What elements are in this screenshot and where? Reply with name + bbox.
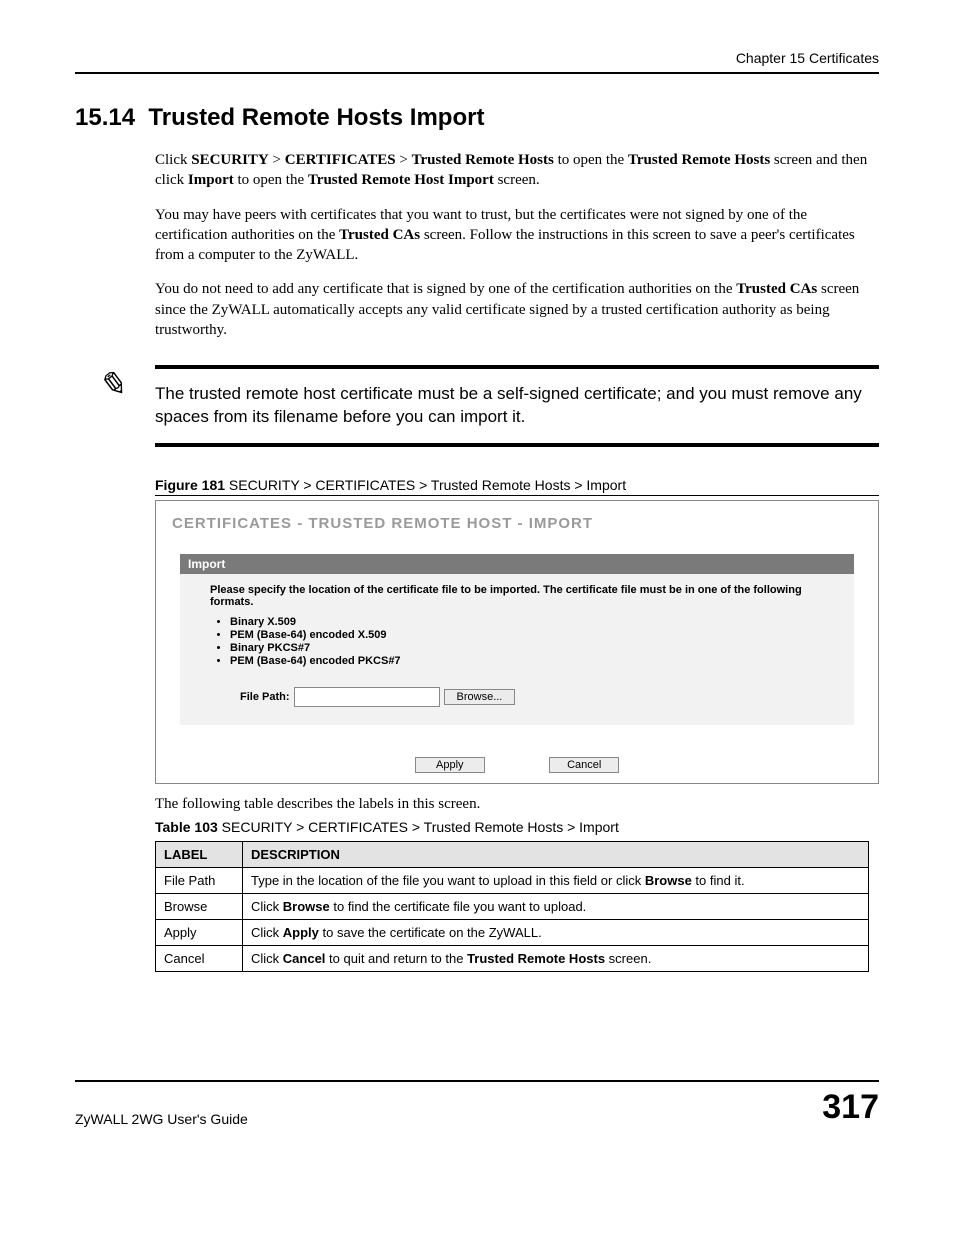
paragraph-3: You do not need to add any certificate t… <box>155 279 869 340</box>
import-panel: Import Please specify the location of th… <box>180 554 854 725</box>
note-block: ✎ The trusted remote host certificate mu… <box>155 365 879 447</box>
after-figure-text: The following table describes the labels… <box>155 796 879 813</box>
browse-button[interactable]: Browse... <box>444 689 516 705</box>
screenshot-title: CERTIFICATES - TRUSTED REMOTE HOST - IMP… <box>156 501 878 554</box>
import-instruction: Please specify the location of the certi… <box>210 584 838 608</box>
section-number: 15.14 <box>75 104 135 131</box>
body-text: Click SECURITY > CERTIFICATES > Trusted … <box>155 150 869 340</box>
footer-guide-title: ZyWALL 2WG User's Guide <box>75 1111 248 1127</box>
paragraph-2: You may have peers with certificates tha… <box>155 205 869 266</box>
chapter-header: Chapter 15 Certificates <box>75 50 879 74</box>
file-path-input[interactable] <box>294 687 440 707</box>
table-row: Browse Click Browse to find the certific… <box>156 893 869 919</box>
note-icon: ✎ <box>97 363 126 409</box>
format-item: PEM (Base-64) encoded PKCS#7 <box>230 655 838 667</box>
figure-caption: Figure 181 SECURITY > CERTIFICATES > Tru… <box>155 477 879 496</box>
section-title-text: Trusted Remote Hosts Import <box>148 104 484 131</box>
file-path-label: File Path: <box>240 691 290 703</box>
col-header-description: DESCRIPTION <box>243 841 869 867</box>
table-row: File Path Type in the location of the fi… <box>156 867 869 893</box>
import-panel-header: Import <box>180 554 854 574</box>
apply-button[interactable]: Apply <box>415 757 485 773</box>
embedded-screenshot: CERTIFICATES - TRUSTED REMOTE HOST - IMP… <box>155 500 879 784</box>
import-panel-body: Please specify the location of the certi… <box>180 574 854 715</box>
col-header-label: LABEL <box>156 841 243 867</box>
format-list: Binary X.509 PEM (Base-64) encoded X.509… <box>230 616 838 667</box>
note-text: The trusted remote host certificate must… <box>155 384 862 426</box>
cancel-button[interactable]: Cancel <box>549 757 619 773</box>
table-row: Cancel Click Cancel to quit and return t… <box>156 945 869 971</box>
screenshot-button-row: Apply Cancel <box>156 741 878 783</box>
file-path-row: File Path: Browse... <box>210 681 838 711</box>
format-item: Binary X.509 <box>230 616 838 628</box>
format-item: Binary PKCS#7 <box>230 642 838 654</box>
table-row: Apply Click Apply to save the certificat… <box>156 919 869 945</box>
document-page: Chapter 15 Certificates 15.14 Trusted Re… <box>0 0 954 1155</box>
page-number: 317 <box>822 1088 879 1127</box>
format-item: PEM (Base-64) encoded X.509 <box>230 629 838 641</box>
section-heading: 15.14 Trusted Remote Hosts Import <box>75 104 879 132</box>
description-table: LABEL DESCRIPTION File Path Type in the … <box>155 841 869 972</box>
table-caption: Table 103 SECURITY > CERTIFICATES > Trus… <box>155 819 879 837</box>
paragraph-1: Click SECURITY > CERTIFICATES > Trusted … <box>155 150 869 191</box>
page-footer: ZyWALL 2WG User's Guide 317 <box>75 1080 879 1127</box>
